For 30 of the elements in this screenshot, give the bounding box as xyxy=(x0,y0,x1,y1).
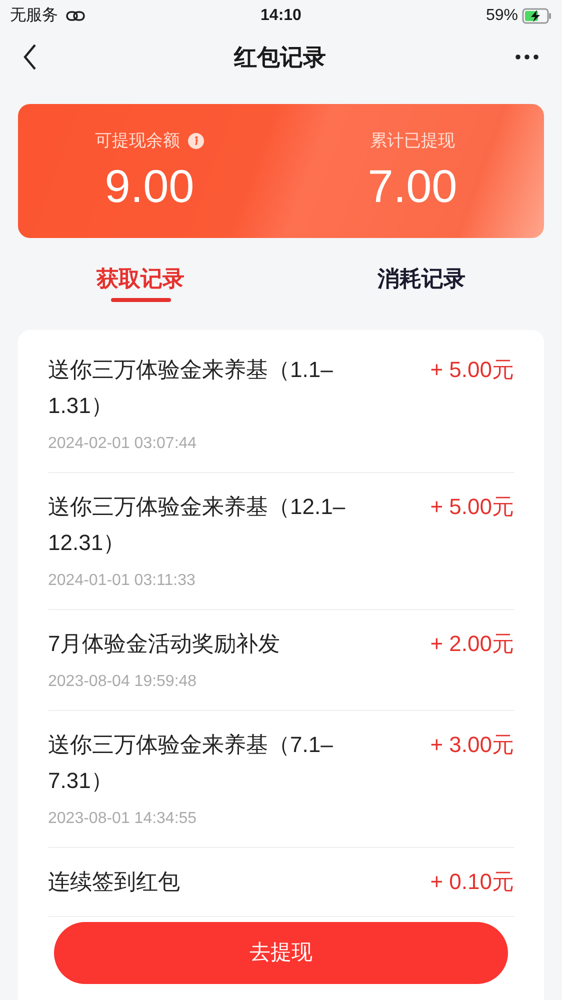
battery-icon xyxy=(522,8,552,24)
page-title: 红包记录 xyxy=(234,42,326,72)
carrier-text: 无服务 xyxy=(10,6,58,26)
summary-label: 累计已提现 xyxy=(370,130,455,152)
record-amount: + 2.00元 xyxy=(429,630,514,658)
record-title: 7月体验金活动奖励补发 xyxy=(48,630,282,658)
summary-value: 7.00 xyxy=(368,158,458,214)
summary-value: 9.00 xyxy=(104,158,194,214)
clock-text: 14:10 xyxy=(260,6,302,26)
record-title: 连续签到红包 xyxy=(48,868,181,896)
withdraw-button[interactable]: 去提现 xyxy=(54,922,508,984)
battery-text: 59% xyxy=(486,6,518,26)
back-icon xyxy=(22,43,38,71)
link-icon xyxy=(66,10,86,22)
more-icon xyxy=(515,54,539,60)
record-time: 2024-01-01 03:11:33 xyxy=(48,571,196,591)
record-title: 送你三万体验金来养基（7.1–7.31） xyxy=(48,731,334,795)
record-title: 送你三万体验金来养基（1.1–1.31） xyxy=(48,356,334,420)
record-amount: + 3.00元 xyxy=(429,731,514,759)
record-amount: + 0.10元 xyxy=(429,868,514,896)
record-tab[interactable]: 获取记录 xyxy=(0,262,281,312)
record-tab[interactable]: 消耗记录 xyxy=(281,262,562,312)
info-icon[interactable] xyxy=(188,132,204,149)
record-time: 2024-02-01 03:07:44 xyxy=(48,434,198,454)
record-title: 送你三万体验金来养基（12.1–12.31） xyxy=(48,493,346,557)
record-time: 2023-08-04 19:59:48 xyxy=(48,672,198,692)
record-time: 2023-08-01 14:34:55 xyxy=(48,809,198,829)
record-amount: + 5.00元 xyxy=(429,493,514,521)
record-amount: + 5.00元 xyxy=(429,356,514,384)
summary-label: 可提现余额 xyxy=(95,130,180,152)
